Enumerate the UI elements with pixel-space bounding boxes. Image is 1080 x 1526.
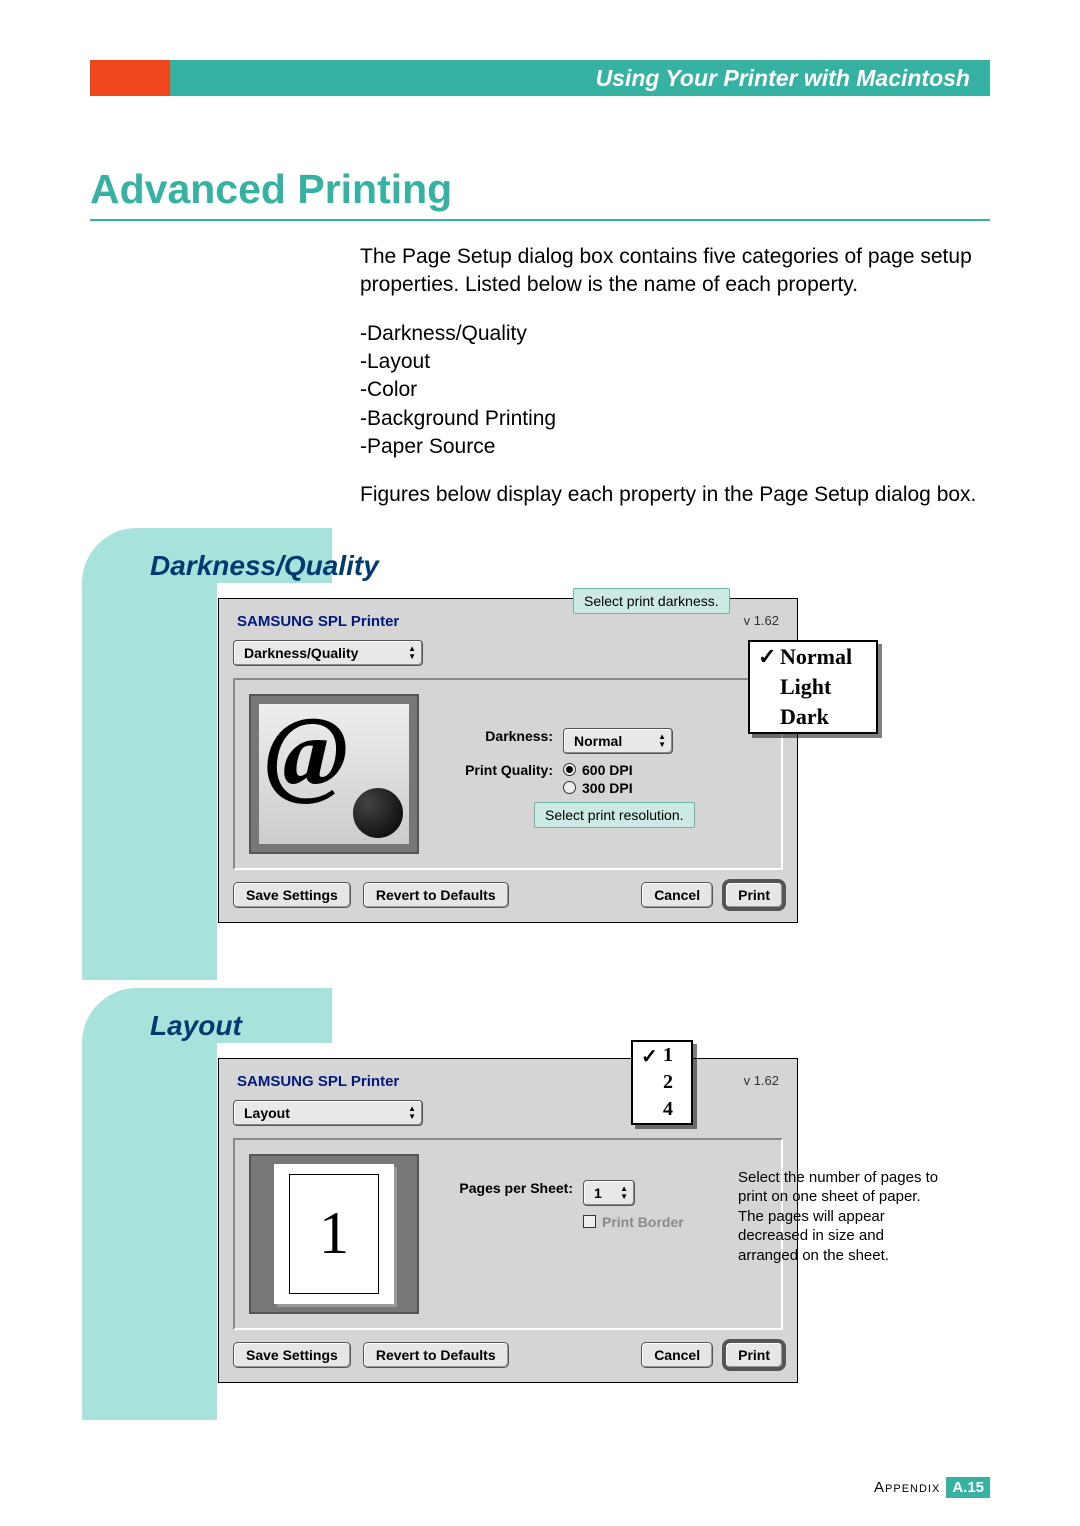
tab-selector-value: Layout (244, 1105, 290, 1121)
intro-item: -Paper Source (360, 433, 990, 461)
dialog-title: SAMSUNG SPL Printer (237, 1073, 399, 1090)
save-settings-button[interactable]: Save Settings (233, 1342, 351, 1368)
header-band: Using Your Printer with Macintosh (90, 60, 990, 96)
preview-image: @ (249, 694, 419, 854)
footer-prefix: A. (952, 1479, 967, 1496)
pages-per-sheet-label: Pages per Sheet: (433, 1180, 573, 1196)
footer-page: 15 (967, 1479, 984, 1496)
radio-label: 600 DPI (582, 762, 633, 778)
flower-icon (353, 788, 403, 838)
callout-darkness: Select print darkness. (573, 588, 730, 614)
intro-list: -Darkness/Quality -Layout -Color -Backgr… (360, 320, 990, 462)
chevron-updown-icon: ▲▼ (408, 1105, 416, 1120)
callout-resolution: Select print resolution. (534, 802, 695, 828)
tab-selector[interactable]: Darkness/Quality ▲▼ (233, 640, 423, 666)
chevron-updown-icon: ▲▼ (408, 645, 416, 660)
radio-icon (563, 763, 576, 776)
footer-appendix: Appendix (874, 1479, 940, 1496)
radio-label: 300 DPI (582, 780, 633, 796)
darkness-combo[interactable]: Normal ▲▼ (563, 728, 673, 754)
darkness-dropdown-menu[interactable]: Normal Light Dark (748, 640, 878, 734)
dialog-darkness-quality: SAMSUNG SPL Printer v 1.62 Darkness/Qual… (218, 598, 798, 923)
at-sign-icon: @ (265, 704, 348, 809)
print-border-label: Print Border (602, 1214, 684, 1230)
revert-defaults-button[interactable]: Revert to Defaults (363, 1342, 509, 1368)
print-button[interactable]: Print (725, 1342, 783, 1368)
callout-text: Select print resolution. (545, 807, 684, 823)
tab-selector[interactable]: Layout ▲▼ (233, 1100, 423, 1126)
dropdown-item-light[interactable]: Light (750, 672, 876, 702)
radio-600dpi[interactable]: 600 DPI (563, 762, 633, 778)
pages-per-sheet-combo[interactable]: 1 ▲▼ (583, 1180, 635, 1206)
intro-item: -Color (360, 376, 990, 404)
header-accent (90, 60, 170, 96)
dialog-layout: SAMSUNG SPL Printer v 1.62 Layout ▲▼ 1 (218, 1058, 798, 1383)
print-border-checkbox[interactable]: Print Border (583, 1214, 684, 1230)
pages-per-sheet-value: 1 (594, 1185, 602, 1201)
cancel-button[interactable]: Cancel (641, 882, 713, 908)
section-decor-side (82, 580, 217, 980)
dropdown-item-2[interactable]: 2 (633, 1069, 691, 1096)
page-title: Advanced Printing (90, 166, 990, 221)
intro-p2: Figures below display each property in t… (360, 481, 990, 509)
header-title: Using Your Printer with Macintosh (170, 60, 990, 96)
layout-preview: 1 (249, 1154, 419, 1314)
section-heading-layout: Layout (150, 1010, 990, 1042)
dialog-version: v 1.62 (744, 613, 779, 630)
radio-300dpi[interactable]: 300 DPI (563, 780, 633, 796)
dropdown-item-1[interactable]: 1 (633, 1042, 691, 1069)
intro-p1: The Page Setup dialog box contains five … (360, 243, 990, 300)
intro-item: -Background Printing (360, 405, 990, 433)
print-button[interactable]: Print (725, 882, 783, 908)
radio-icon (563, 781, 576, 794)
footer-page-badge: A.15 (946, 1477, 990, 1498)
dropdown-item-normal[interactable]: Normal (750, 642, 876, 672)
quality-label: Print Quality: (433, 762, 553, 778)
dropdown-item-4[interactable]: 4 (633, 1096, 691, 1123)
section-heading-darkness: Darkness/Quality (150, 550, 990, 582)
intro-text: The Page Setup dialog box contains five … (360, 243, 990, 510)
intro-item: -Darkness/Quality (360, 320, 990, 348)
dialog-version: v 1.62 (744, 1073, 779, 1090)
layout-preview-number: 1 (289, 1174, 379, 1294)
intro-item: -Layout (360, 348, 990, 376)
save-settings-button[interactable]: Save Settings (233, 882, 351, 908)
darkness-label: Darkness: (433, 728, 553, 744)
cancel-button[interactable]: Cancel (641, 1342, 713, 1368)
footer: Appendix A.15 (874, 1477, 990, 1498)
pages-dropdown-menu[interactable]: 1 2 4 (631, 1040, 693, 1125)
dropdown-item-dark[interactable]: Dark (750, 702, 876, 732)
tab-selector-value: Darkness/Quality (244, 645, 358, 661)
dialog-title: SAMSUNG SPL Printer (237, 613, 399, 630)
section-decor-side (82, 1040, 217, 1420)
callout-text: Select print darkness. (584, 593, 719, 609)
chevron-updown-icon: ▲▼ (620, 1185, 628, 1200)
checkbox-icon (583, 1215, 596, 1228)
revert-defaults-button[interactable]: Revert to Defaults (363, 882, 509, 908)
darkness-value: Normal (574, 733, 622, 749)
chevron-updown-icon: ▲▼ (658, 733, 666, 748)
side-note-pages: Select the number of pages to print on o… (738, 1168, 943, 1266)
